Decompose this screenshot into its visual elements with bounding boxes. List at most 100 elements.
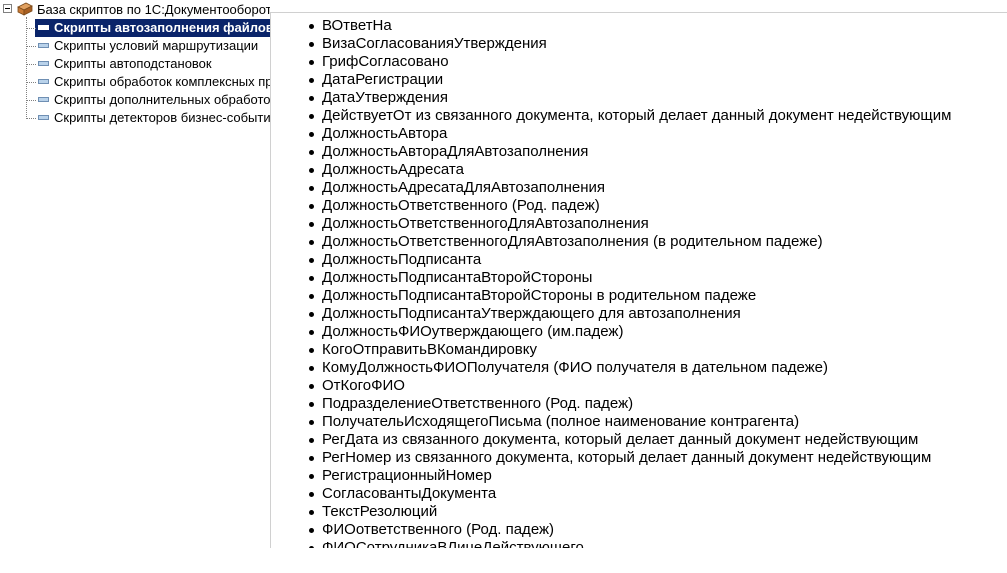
field-name: ДолжностьАдресата xyxy=(322,161,464,178)
field-name: ДатаРегистрации xyxy=(322,71,444,88)
bullet-icon xyxy=(309,96,314,101)
tree-branch-line xyxy=(26,82,36,83)
bullet-icon xyxy=(309,384,314,389)
tree-item-autosubstitution-scripts[interactable]: Скрипты автоподстановок xyxy=(26,55,270,73)
bullet-icon xyxy=(309,42,314,47)
field-list-item[interactable]: ДолжностьПодписантаВторойСтороны xyxy=(271,269,1007,287)
bullet-icon xyxy=(309,114,314,119)
field-list-item[interactable]: ДействуетОт из связанного документа, кот… xyxy=(271,107,1007,125)
bullet-icon xyxy=(309,150,314,155)
bullet-icon xyxy=(309,240,314,245)
field-list-item[interactable]: РегистрационныйНомер xyxy=(271,467,1007,485)
field-list-item[interactable]: РегНомер из связанного документа, которы… xyxy=(271,449,1007,467)
field-name: ДолжностьОтветственногоДляАвтозаполнения… xyxy=(322,233,823,250)
field-name: ПодразделениеОтветственного (Род. падеж) xyxy=(322,395,634,412)
field-list-item[interactable]: РегДата из связанного документа, который… xyxy=(271,431,1007,449)
field-list-item[interactable]: ПодразделениеОтветственного (Род. падеж) xyxy=(271,395,1007,413)
bullet-icon xyxy=(309,186,314,191)
autofill-field-list: ВОтветНа ВизаСогласованияУтверждения ГрифС… xyxy=(271,17,1007,548)
field-list-item[interactable]: ДолжностьОтветственногоДляАвтозаполнения… xyxy=(271,233,1007,251)
script-leaf-icon xyxy=(38,97,49,102)
tree-item-label: Скрипты условий маршрутизации xyxy=(54,38,259,53)
tree-item-routing-scripts[interactable]: Скрипты условий маршрутизации xyxy=(26,37,270,55)
tree-branch-line xyxy=(26,46,36,47)
field-name: ТекстРезолюций xyxy=(322,503,438,520)
field-name: ДатаУтверждения xyxy=(322,89,449,106)
field-name: ДолжностьФИОутверждающего (им.падеж) xyxy=(322,323,624,340)
field-list-item[interactable]: СогласовантыДокумента xyxy=(271,485,1007,503)
field-list-item[interactable]: ДолжностьПодписантаВторойСтороны в родит… xyxy=(271,287,1007,305)
field-name: КогоОтправитьВКомандировку xyxy=(322,341,537,358)
bullet-icon xyxy=(309,222,314,227)
field-list-item[interactable]: ДатаУтверждения xyxy=(271,89,1007,107)
field-list-item[interactable]: ДолжностьОтветственного (Род. падеж) xyxy=(271,197,1007,215)
field-list-item[interactable]: ДолжностьОтветственногоДляАвтозаполнения xyxy=(271,215,1007,233)
script-leaf-icon xyxy=(38,115,49,120)
field-list-item[interactable]: ДолжностьАвтораДляАвтозаполнения xyxy=(271,143,1007,161)
field-list-item[interactable]: ДатаРегистрации xyxy=(271,71,1007,89)
field-name: ФИОСотрудникаВЛицеДействующего xyxy=(322,539,584,548)
collapse-toggle-icon[interactable] xyxy=(3,4,12,13)
field-list-item[interactable]: ДолжностьПодписанта xyxy=(271,251,1007,269)
tree-branch-line xyxy=(26,28,36,29)
bullet-icon xyxy=(309,276,314,281)
field-list-item[interactable]: ТекстРезолюций xyxy=(271,503,1007,521)
field-name: ДолжностьАдресатаДляАвтозаполнения xyxy=(322,179,606,196)
tree-item-label: Скрипты автозаполнения файлов xyxy=(54,20,270,35)
field-list-item[interactable]: ДолжностьАдресатаДляАвтозаполнения xyxy=(271,179,1007,197)
field-list-item[interactable]: ГрифСогласовано xyxy=(271,53,1007,71)
tree-item-complex-process-scripts[interactable]: Скрипты обработок комплексных процессов xyxy=(26,73,270,91)
bullet-icon xyxy=(309,258,314,263)
application-window: База скриптов по 1С:Документооборот Скри… xyxy=(0,0,1007,573)
field-name: ОтКогоФИО xyxy=(322,377,405,394)
script-leaf-icon xyxy=(38,61,49,66)
database-book-icon xyxy=(17,2,33,16)
field-name: ДолжностьАвтораДляАвтозаполнения xyxy=(322,143,589,160)
bullet-icon xyxy=(309,294,314,299)
field-name: РегНомер из связанного документа, которы… xyxy=(322,449,932,466)
bullet-icon xyxy=(309,204,314,209)
tree-item-label: Скрипты обработок комплексных процессов xyxy=(54,74,270,89)
field-name: РегДата из связанного документа, который… xyxy=(322,431,919,448)
bullet-icon xyxy=(309,456,314,461)
bullet-icon xyxy=(309,438,314,443)
field-list-item[interactable]: ПолучательИсходящегоПисьма (полное наиме… xyxy=(271,413,1007,431)
tree-item-additional-processing-scripts[interactable]: Скрипты дополнительных обработок xyxy=(26,91,270,109)
bullet-icon xyxy=(309,168,314,173)
field-name: ДолжностьПодписантаВторойСтороны в родит… xyxy=(322,287,757,304)
field-list-item[interactable]: ФИОСотрудникаВЛицеДействующего xyxy=(271,539,1007,548)
tree-root-label: База скриптов по 1С:Документооборот xyxy=(37,2,270,17)
bullet-icon xyxy=(309,492,314,497)
field-list-item[interactable]: ФИОответственного (Род. падеж) xyxy=(271,521,1007,539)
tree-item-business-event-scripts[interactable]: Скрипты детекторов бизнес-событий xyxy=(26,109,270,127)
field-list-item[interactable]: ДолжностьФИОутверждающего (им.падеж) xyxy=(271,323,1007,341)
bullet-icon xyxy=(309,474,314,479)
field-list-pane[interactable]: ВОтветНа ВизаСогласованияУтверждения ГрифС… xyxy=(270,12,1007,548)
bullet-icon xyxy=(309,420,314,425)
tree-root-node[interactable]: База скриптов по 1С:Документооборот xyxy=(0,1,270,19)
field-list-item[interactable]: ДолжностьАвтора xyxy=(271,125,1007,143)
tree-branch-line xyxy=(26,64,36,65)
field-list-item[interactable]: ОтКогоФИО xyxy=(271,377,1007,395)
scripts-tree[interactable]: База скриптов по 1С:Документооборот Скри… xyxy=(0,0,270,548)
tree-item-label: Скрипты автоподстановок xyxy=(54,56,212,71)
bullet-icon xyxy=(309,528,314,533)
field-list-item[interactable]: ВОтветНа xyxy=(271,17,1007,35)
bullet-icon xyxy=(309,24,314,29)
bullet-icon xyxy=(309,78,314,83)
field-name: РегистрационныйНомер xyxy=(322,467,492,484)
bullet-icon xyxy=(309,510,314,515)
field-name: ДолжностьПодписанта xyxy=(322,251,482,268)
script-leaf-icon xyxy=(38,25,49,30)
field-list-item[interactable]: ВизаСогласованияУтверждения xyxy=(271,35,1007,53)
field-name: ДолжностьОтветственногоДляАвтозаполнения xyxy=(322,215,649,232)
field-list-item[interactable]: КогоОтправитьВКомандировку xyxy=(271,341,1007,359)
tree-item-label: Скрипты детекторов бизнес-событий xyxy=(54,110,270,125)
tree-item-label: Скрипты дополнительных обработок xyxy=(54,92,270,107)
field-list-item[interactable]: ДолжностьАдресата xyxy=(271,161,1007,179)
tree-item-autofill-scripts[interactable]: Скрипты автозаполнения файлов xyxy=(26,19,270,37)
field-name: ФИОответственного (Род. падеж) xyxy=(322,521,555,538)
field-list-item[interactable]: ДолжностьПодписантаУтверждающего для авт… xyxy=(271,305,1007,323)
field-list-item[interactable]: КомуДолжностьФИОПолучателя (ФИО получате… xyxy=(271,359,1007,377)
bullet-icon xyxy=(309,366,314,371)
